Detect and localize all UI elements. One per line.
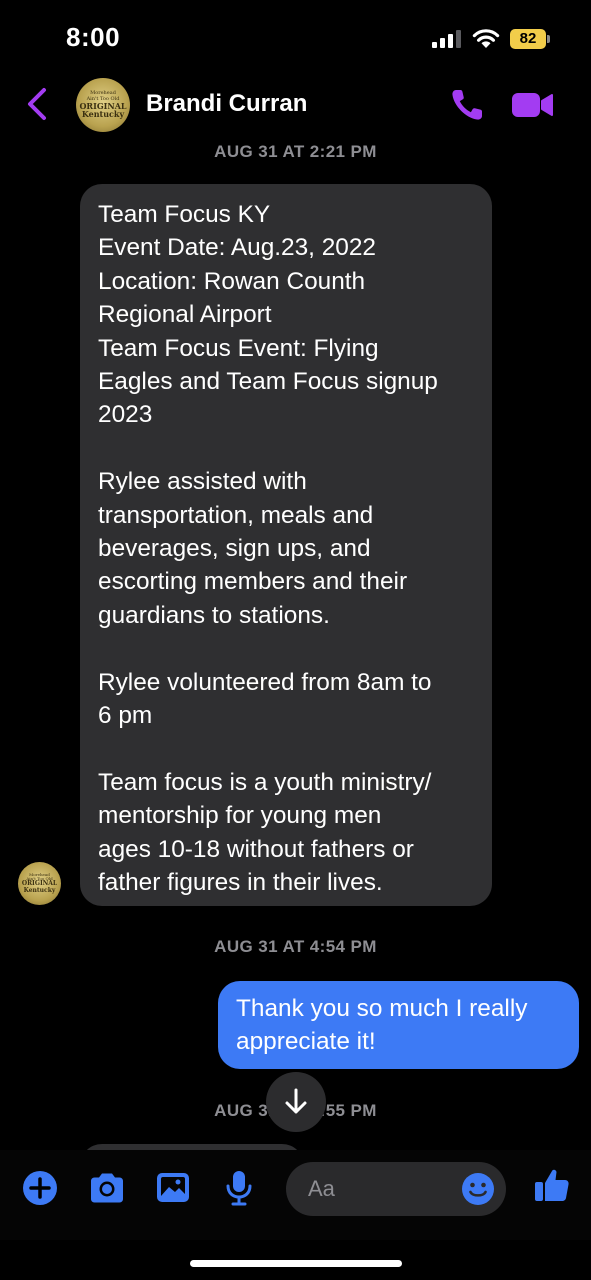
message-input[interactable]: Aa: [286, 1162, 506, 1216]
message-composer: Aa: [0, 1150, 591, 1240]
plus-circle-icon[interactable]: [20, 1168, 60, 1208]
battery-tip: [547, 35, 550, 43]
avatar-logo: Morehead Ain't Too Old ORIGINAL Kentucky: [18, 862, 61, 905]
microphone-icon[interactable]: [219, 1168, 259, 1208]
wifi-icon: [472, 29, 500, 48]
avatar-text-line: Kentucky: [23, 886, 56, 894]
phone-icon[interactable]: [448, 86, 486, 124]
cellular-signal-icon: [432, 30, 461, 48]
contact-name[interactable]: Brandi Curran: [146, 90, 307, 118]
contact-avatar[interactable]: Morehead Ain't Too Old ORIGINAL Kentucky: [76, 78, 130, 132]
back-chevron-icon[interactable]: [20, 84, 56, 124]
outgoing-message-bubble[interactable]: Thank you so much I really appreciate it…: [218, 981, 579, 1069]
input-placeholder: Aa: [308, 1176, 335, 1201]
message-timestamp: AUG 31 AT 2:21 PM: [214, 142, 377, 161]
scroll-to-bottom-button[interactable]: [266, 1072, 326, 1132]
sender-avatar[interactable]: Morehead Ain't Too Old ORIGINAL Kentucky: [18, 862, 61, 905]
incoming-message-bubble[interactable]: Team Focus KY Event Date: Aug.23, 2022 L…: [80, 184, 492, 906]
conversation-header: Morehead Ain't Too Old ORIGINAL Kentucky…: [0, 72, 591, 138]
status-time: 8:00: [66, 22, 121, 52]
video-camera-icon[interactable]: [510, 88, 554, 122]
avatar-text-line: Kentucky: [81, 109, 125, 120]
thumbs-up-icon[interactable]: [532, 1165, 572, 1205]
emoji-icon[interactable]: [460, 1171, 496, 1207]
message-timestamp: AUG 31 AT 4:54 PM: [214, 937, 377, 956]
battery-indicator: 82: [510, 29, 550, 49]
camera-icon[interactable]: [87, 1168, 127, 1208]
battery-level: 82: [510, 29, 546, 49]
avatar-logo: Morehead Ain't Too Old ORIGINAL Kentucky: [76, 78, 130, 132]
outgoing-message-text: Thank you so much I really appreciate it…: [236, 995, 528, 1055]
photo-icon[interactable]: [153, 1168, 193, 1208]
status-bar: 8:00 82: [0, 0, 591, 72]
home-indicator[interactable]: [190, 1260, 402, 1267]
arrow-down-icon: [285, 1088, 307, 1114]
